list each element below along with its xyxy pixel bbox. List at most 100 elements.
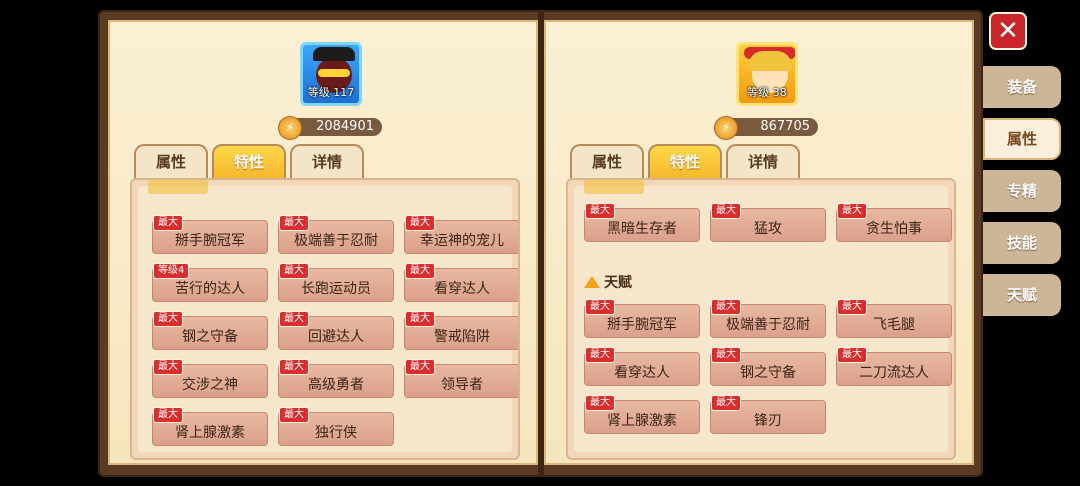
- trait-card[interactable]: 最大 钢之守备: [152, 311, 268, 350]
- hair-icon: [748, 51, 792, 71]
- trait-level-badge: 最大: [279, 311, 309, 327]
- trait-card[interactable]: 最大 极端善于忍耐: [278, 215, 394, 254]
- trait-card[interactable]: 最大 领导者: [404, 359, 518, 398]
- triangle-icon: [584, 276, 600, 288]
- left-character-avatar[interactable]: 等级 117: [300, 42, 362, 106]
- left-traits-panel: 最大 掰手腕冠军 最大 极端善于忍耐 最大 幸运神的宠儿 等级4 苦行的达人 最…: [130, 178, 520, 460]
- scrolled-section-header: [584, 180, 644, 194]
- trait-card[interactable]: 最大 黑暗生存者: [584, 203, 700, 242]
- trait-name: 掰手腕冠军: [175, 233, 245, 249]
- trait-level-badge: 最大: [585, 203, 615, 219]
- trait-name: 极端善于忍耐: [294, 233, 378, 249]
- trait-name: 锋刃: [754, 413, 782, 429]
- trait-level-badge: 最大: [279, 215, 309, 231]
- trait-level-badge: 等级4: [153, 263, 190, 279]
- trait-level-badge: 最大: [405, 263, 435, 279]
- right-traits-panel: 最大 黑暗生存者 最大 猛攻 最大 贪生怕事 天赋 最大 掰手腕冠军 最大 极端…: [566, 178, 956, 460]
- trait-name: 长跑运动员: [301, 281, 371, 297]
- trait-card[interactable]: 最大 掰手腕冠军: [152, 215, 268, 254]
- trait-name: 回避达人: [308, 329, 364, 345]
- trait-level-badge: 最大: [405, 359, 435, 375]
- glasses-icon: [318, 69, 350, 77]
- trait-card[interactable]: 最大 肾上腺激素: [152, 407, 268, 446]
- left-traits-list: 最大 掰手腕冠军 最大 极端善于忍耐 最大 幸运神的宠儿 等级4 苦行的达人 最…: [138, 180, 518, 452]
- side-tab-attributes[interactable]: 属性: [983, 118, 1061, 160]
- right-tab-details[interactable]: 详情: [726, 144, 800, 180]
- trait-name: 看穿达人: [434, 281, 490, 297]
- trait-level-badge: 最大: [153, 407, 183, 423]
- trait-level-badge: 最大: [279, 263, 309, 279]
- trait-card[interactable]: 最大 猛攻: [710, 203, 826, 242]
- trait-level-badge: 最大: [279, 407, 309, 423]
- trait-name: 飞毛腿: [873, 317, 915, 333]
- side-tab-equipment[interactable]: 装备: [983, 66, 1061, 108]
- trait-level-badge: 最大: [405, 311, 435, 327]
- power-icon: ⚡: [278, 116, 302, 140]
- left-tab-details[interactable]: 详情: [290, 144, 364, 180]
- trait-level-badge: 最大: [837, 347, 867, 363]
- trait-name: 钢之守备: [740, 365, 796, 381]
- trait-name: 苦行的达人: [175, 281, 245, 297]
- trait-name: 交涉之神: [182, 377, 238, 393]
- left-power-value: 2084901: [316, 119, 374, 134]
- trait-level-badge: 最大: [585, 299, 615, 315]
- talent-section-title: 天赋: [604, 275, 632, 291]
- hat-icon: [313, 47, 355, 61]
- trait-level-badge: 最大: [279, 359, 309, 375]
- close-button[interactable]: ✕: [989, 12, 1027, 50]
- talent-section-header: 天赋: [584, 272, 632, 292]
- talent-card[interactable]: 最大 掰手腕冠军: [584, 299, 700, 338]
- trait-card[interactable]: 最大 贪生怕事: [836, 203, 952, 242]
- right-tab-attributes[interactable]: 属性: [570, 144, 644, 180]
- side-tab-mastery[interactable]: 专精: [983, 170, 1061, 212]
- trait-level-badge: 最大: [585, 347, 615, 363]
- comparison-book: 等级 117 ⚡ 2084901 属性 特性 详情 最大 掰手腕冠军 最大 极端…: [98, 10, 983, 477]
- talent-card[interactable]: 最大 二刀流达人: [836, 347, 952, 386]
- trait-name: 黑暗生存者: [607, 221, 677, 237]
- trait-name: 掰手腕冠军: [607, 317, 677, 333]
- trait-card[interactable]: 最大 看穿达人: [404, 263, 518, 302]
- talent-card[interactable]: 最大 看穿达人: [584, 347, 700, 386]
- left-character-page: 等级 117 ⚡ 2084901 属性 特性 详情 最大 掰手腕冠军 最大 极端…: [108, 20, 538, 465]
- talent-card[interactable]: 最大 飞毛腿: [836, 299, 952, 338]
- talent-card[interactable]: 最大 锋刃: [710, 395, 826, 434]
- left-tab-traits[interactable]: 特性: [212, 144, 286, 180]
- trait-name: 警戒陷阱: [434, 329, 490, 345]
- trait-name: 肾上腺激素: [607, 413, 677, 429]
- trait-card[interactable]: 等级4 苦行的达人: [152, 263, 268, 302]
- left-power-display: ⚡ 2084901: [278, 116, 382, 140]
- trait-name: 钢之守备: [182, 329, 238, 345]
- trait-card[interactable]: 最大 长跑运动员: [278, 263, 394, 302]
- trait-card[interactable]: 最大 交涉之神: [152, 359, 268, 398]
- right-character-avatar[interactable]: 等级 38: [736, 42, 798, 106]
- talent-card[interactable]: 最大 钢之守备: [710, 347, 826, 386]
- trait-name: 贪生怕事: [866, 221, 922, 237]
- right-level-label: 等级 38: [747, 86, 787, 99]
- trait-card[interactable]: 最大 幸运神的宠儿: [404, 215, 518, 254]
- talent-card[interactable]: 最大 肾上腺激素: [584, 395, 700, 434]
- trait-level-badge: 最大: [153, 311, 183, 327]
- trait-name: 二刀流达人: [859, 365, 929, 381]
- scrolled-section-header: [148, 180, 208, 194]
- trait-level-badge: 最大: [711, 347, 741, 363]
- trait-card[interactable]: 最大 警戒陷阱: [404, 311, 518, 350]
- trait-level-badge: 最大: [711, 203, 741, 219]
- right-tab-traits[interactable]: 特性: [648, 144, 722, 180]
- trait-name: 猛攻: [754, 221, 782, 237]
- trait-name: 看穿达人: [614, 365, 670, 381]
- trait-name: 幸运神的宠儿: [420, 233, 504, 249]
- right-power-value: 867705: [760, 119, 810, 134]
- trait-card[interactable]: 最大 回避达人: [278, 311, 394, 350]
- trait-level-badge: 最大: [711, 395, 741, 411]
- side-tab-skills[interactable]: 技能: [983, 222, 1061, 264]
- side-tab-talents[interactable]: 天赋: [983, 274, 1061, 316]
- trait-name: 领导者: [441, 377, 483, 393]
- trait-level-badge: 最大: [405, 215, 435, 231]
- trait-level-badge: 最大: [837, 203, 867, 219]
- trait-name: 肾上腺激素: [175, 425, 245, 441]
- trait-card[interactable]: 最大 独行侠: [278, 407, 394, 446]
- left-tab-attributes[interactable]: 属性: [134, 144, 208, 180]
- trait-level-badge: 最大: [153, 215, 183, 231]
- talent-card[interactable]: 最大 极端善于忍耐: [710, 299, 826, 338]
- trait-card[interactable]: 最大 高级勇者: [278, 359, 394, 398]
